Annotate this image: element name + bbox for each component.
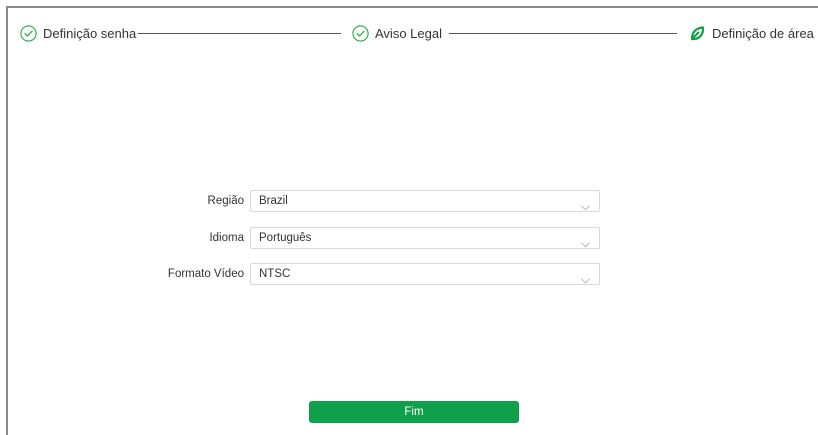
chevron-down-icon <box>581 271 590 291</box>
wizard-frame <box>6 6 818 435</box>
check-circle-icon <box>352 24 375 42</box>
step-label: Definição senha <box>43 25 137 41</box>
language-value: Português <box>259 232 312 244</box>
region-row: Região Brazil <box>0 190 818 212</box>
chevron-down-icon <box>581 198 590 218</box>
wizard-steps: Definição senha Aviso Legal Definição de… <box>0 0 818 50</box>
language-label: Idioma <box>209 232 244 244</box>
chevron-down-icon <box>581 235 590 255</box>
region-value: Brazil <box>259 195 288 207</box>
leaf-icon <box>689 25 712 42</box>
step-label: Aviso Legal <box>375 25 442 41</box>
video-format-label: Formato Vídeo <box>167 268 244 280</box>
video-format-select[interactable]: NTSC <box>250 263 600 285</box>
region-label: Região <box>207 195 244 207</box>
language-select[interactable]: Português <box>250 227 600 249</box>
step-label: Definição de área <box>712 25 814 41</box>
video-format-row: Formato Vídeo NTSC <box>0 263 818 285</box>
step-connector <box>449 33 677 34</box>
step-password: Definição senha <box>20 23 136 43</box>
language-row: Idioma Português <box>0 227 818 249</box>
region-select[interactable]: Brazil <box>250 190 600 212</box>
step-legal: Aviso Legal <box>352 23 442 43</box>
video-format-value: NTSC <box>259 268 291 280</box>
check-circle-icon <box>20 24 43 42</box>
step-area: Definição de área <box>689 23 814 43</box>
finish-button[interactable]: Fim <box>309 401 519 423</box>
step-connector <box>138 33 341 34</box>
